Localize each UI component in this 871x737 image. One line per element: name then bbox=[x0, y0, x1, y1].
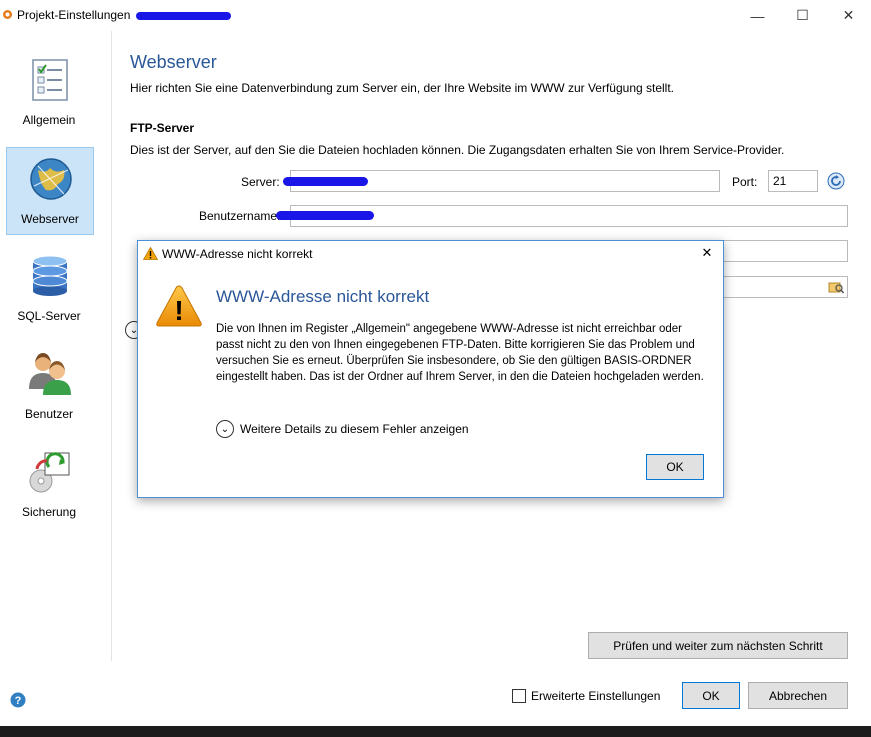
sidebar-item-label: Allgemein bbox=[22, 113, 76, 127]
sidebar-item-allgemein[interactable]: Allgemein bbox=[6, 49, 92, 135]
sidebar-item-benutzer[interactable]: Benutzer bbox=[6, 343, 92, 429]
backup-icon bbox=[29, 452, 70, 493]
server-label: Server: bbox=[241, 175, 280, 189]
svg-text:?: ? bbox=[15, 695, 22, 707]
window-titlebar: Projekt-Einstellungen — ☐ ✕ bbox=[0, 0, 871, 31]
dialog-ok-button[interactable]: OK bbox=[646, 454, 704, 480]
show-details-toggle[interactable]: ⌄ Weitere Details zu diesem Fehler anzei… bbox=[216, 420, 469, 438]
browse-folder-icon[interactable] bbox=[828, 279, 844, 295]
checklist-icon bbox=[32, 59, 68, 101]
dialog-heading: WWW-Adresse nicht korrekt bbox=[216, 287, 430, 306]
page-description: Hier richten Sie eine Datenverbindung zu… bbox=[130, 81, 675, 95]
ftp-description: Dies ist der Server, auf den Sie die Dat… bbox=[130, 143, 785, 157]
port-input[interactable]: 21 bbox=[768, 170, 818, 192]
details-label: Weitere Details zu diesem Fehler anzeige… bbox=[240, 422, 469, 436]
maximize-button[interactable]: ☐ bbox=[780, 0, 825, 31]
redacted-username bbox=[276, 211, 374, 220]
minimize-button[interactable]: — bbox=[735, 0, 780, 31]
dialog-title: WWW-Adresse nicht korrekt bbox=[162, 247, 313, 261]
ok-button[interactable]: OK bbox=[682, 682, 740, 709]
close-button[interactable]: ✕ bbox=[826, 0, 871, 31]
advanced-settings-label: Erweiterte Einstellungen bbox=[531, 689, 661, 703]
gear-icon bbox=[3, 10, 12, 19]
chevron-down-icon: ⌄ bbox=[216, 420, 234, 438]
help-icon[interactable]: ? bbox=[10, 692, 26, 708]
warning-icon: ! bbox=[156, 285, 202, 327]
error-dialog: WWW-Adresse nicht korrekt ✕ ! WWW-Adress… bbox=[137, 240, 724, 498]
database-icon bbox=[32, 255, 68, 296]
taskbar bbox=[0, 726, 871, 737]
cancel-button[interactable]: Abbrechen bbox=[748, 682, 848, 709]
sidebar-item-label: Sicherung bbox=[21, 505, 77, 519]
globe-icon bbox=[30, 158, 72, 200]
ftp-heading: FTP-Server bbox=[130, 121, 195, 135]
sidebar: Allgemein Webserver SQL-Server Benutzer … bbox=[0, 31, 112, 708]
username-label: Benutzername: bbox=[199, 209, 281, 223]
page-title: Webserver bbox=[130, 52, 217, 72]
port-label: Port: bbox=[732, 175, 758, 189]
dialog-close-button[interactable]: ✕ bbox=[698, 244, 716, 262]
sidebar-item-label: Benutzer bbox=[24, 407, 74, 421]
users-icon bbox=[29, 353, 71, 395]
dialog-message: Die von Ihnen im Register „Allgemein" an… bbox=[216, 323, 704, 383]
sidebar-item-label: Webserver bbox=[21, 212, 79, 226]
port-value: 21 bbox=[773, 174, 787, 188]
sidebar-item-sicherung[interactable]: Sicherung bbox=[6, 441, 92, 527]
redacted-project-name bbox=[136, 12, 231, 20]
reset-port-icon[interactable] bbox=[827, 172, 845, 190]
window-title: Projekt-Einstellungen bbox=[17, 8, 131, 22]
redacted-server bbox=[283, 177, 368, 186]
check-and-continue-button[interactable]: Prüfen und weiter zum nächsten Schritt bbox=[588, 632, 848, 659]
svg-text:!: ! bbox=[174, 295, 183, 326]
sidebar-item-sql-server[interactable]: SQL-Server bbox=[6, 245, 92, 331]
warning-small-icon bbox=[143, 247, 158, 260]
advanced-settings-checkbox[interactable] bbox=[512, 689, 526, 703]
sidebar-item-label: SQL-Server bbox=[17, 309, 81, 323]
sidebar-item-webserver[interactable]: Webserver bbox=[6, 147, 94, 235]
